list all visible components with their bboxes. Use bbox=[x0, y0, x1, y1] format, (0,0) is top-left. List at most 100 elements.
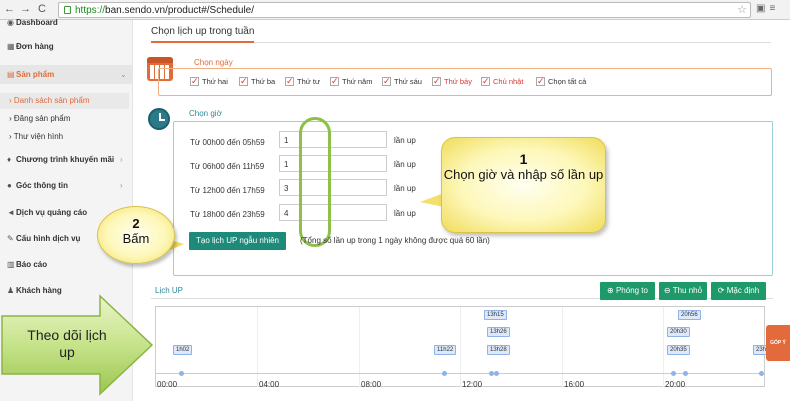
reload-icon[interactable]: C bbox=[38, 3, 46, 16]
page-title: Chọn lịch up trong tuần bbox=[151, 26, 255, 37]
checkbox-checked-icon bbox=[239, 76, 248, 87]
clock-icon bbox=[148, 108, 170, 130]
timeline-event-label[interactable]: 1h02 bbox=[173, 345, 193, 355]
callout-number: 1 bbox=[519, 151, 528, 167]
callout-number: 2 bbox=[132, 216, 140, 231]
address-bar[interactable]: https://ban.sendo.vn/product#/Schedule/ … bbox=[58, 2, 751, 18]
sidebar-item-label: Dịch vụ quảng cáo bbox=[16, 208, 88, 217]
megaphone-icon: ◄ bbox=[7, 208, 15, 217]
timeline-gridline bbox=[359, 307, 360, 387]
sidebar-item-service-config[interactable]: ✎ Cấu hình dịch vụ bbox=[7, 234, 80, 243]
timeline-gridline bbox=[257, 307, 258, 387]
timeline-title: Lịch UP bbox=[155, 286, 184, 295]
highlight-oval bbox=[299, 117, 331, 247]
upcount-unit: lần up bbox=[394, 136, 416, 145]
annotation-callout-1: 1 Chọn giờ và nhập số lần up bbox=[441, 137, 606, 233]
checkbox-checked-icon bbox=[382, 76, 391, 87]
time-range-label: Từ 00h00 đến 05h59 bbox=[190, 138, 265, 147]
sidebar-item-products[interactable]: ▤Sản phẩm bbox=[7, 70, 54, 79]
timeline-tick: 00:00 bbox=[157, 380, 178, 389]
sidebar-subitem-add-product[interactable]: › Đăng sản phẩm bbox=[9, 114, 70, 123]
day-checkbox-sat[interactable]: Thứ bảy bbox=[432, 76, 472, 87]
forward-icon[interactable]: → bbox=[20, 3, 31, 16]
bookmark-star-icon[interactable]: ☆ bbox=[737, 3, 747, 16]
main-content: Chọn lịch up trong tuần Chọn ngày Thứ ha… bbox=[133, 20, 790, 401]
day-label: Thứ bảy bbox=[444, 77, 472, 86]
extension-icons[interactable]: ▣≡ bbox=[756, 3, 779, 14]
back-icon[interactable]: ← bbox=[4, 3, 15, 16]
chevron-right-icon: › bbox=[120, 181, 123, 190]
sidebar-item-label: Đơn hàng bbox=[16, 42, 54, 51]
feedback-tab[interactable]: GÓP Ý bbox=[766, 325, 790, 361]
wrench-icon: ✎ bbox=[7, 234, 14, 243]
timeline-event-dot bbox=[759, 371, 764, 376]
table-icon: ▦ bbox=[7, 42, 15, 51]
url-text: ban.sendo.vn/product#/Schedule/ bbox=[105, 5, 255, 16]
sidebar-item-ads[interactable]: ◄Dịch vụ quảng cáo bbox=[7, 208, 87, 217]
day-label: Chọn tất cả bbox=[548, 77, 587, 86]
timeline-tick: 20:00 bbox=[665, 380, 686, 389]
day-checkbox-wed[interactable]: Thứ tư bbox=[285, 76, 320, 87]
upcount-input-1800-2359[interactable]: 4 bbox=[279, 204, 387, 221]
checkbox-checked-icon bbox=[285, 76, 294, 87]
zoom-in-label: Phóng to bbox=[615, 286, 648, 295]
day-label: Thứ sáu bbox=[394, 77, 422, 86]
upcount-unit: lần up bbox=[394, 184, 416, 193]
upcount-input-0000-0559[interactable]: 1 bbox=[279, 131, 387, 148]
random-schedule-button[interactable]: Tạo lịch UP ngẫu nhiên bbox=[189, 232, 286, 250]
dashboard-icon: ◉ bbox=[7, 18, 14, 27]
report-icon: ▥ bbox=[7, 260, 15, 269]
timeline-event-label[interactable]: 11h22 bbox=[434, 345, 457, 355]
day-checkbox-mon[interactable]: Thứ hai bbox=[190, 76, 228, 87]
timeline-event-label[interactable]: 20h56 bbox=[678, 310, 701, 320]
timeline-event-dot bbox=[494, 371, 499, 376]
checkbox-checked-icon bbox=[330, 76, 339, 87]
sidebar-item-label: Chương trình khuyến mãi bbox=[16, 155, 115, 164]
timeline-event-label[interactable]: 13h26 bbox=[487, 327, 510, 337]
timeline-tick: 08:00 bbox=[361, 380, 382, 389]
sidebar-item-dashboard[interactable]: ◉ Dashboard bbox=[7, 18, 58, 27]
checkbox-checked-icon bbox=[190, 76, 199, 87]
timeline-event-label[interactable]: 13h15 bbox=[484, 310, 507, 320]
day-checkbox-all[interactable]: Chọn tất cả bbox=[536, 76, 587, 87]
upcount-unit: lần up bbox=[394, 209, 416, 218]
checkbox-checked-icon bbox=[536, 76, 545, 87]
sidebar-item-orders[interactable]: ▦Đơn hàng bbox=[7, 42, 54, 51]
zoom-in-icon: ⊕ bbox=[607, 286, 616, 295]
time-range-label: Từ 18h00 đến 23h59 bbox=[190, 210, 265, 219]
callout-text: Bấm bbox=[122, 231, 150, 246]
gift-icon: ♦ bbox=[7, 155, 12, 164]
day-checkbox-fri[interactable]: Thứ sáu bbox=[382, 76, 422, 87]
reset-button[interactable]: ⟳ Mặc định bbox=[711, 282, 766, 300]
sidebar-item-promotions[interactable]: ♦ Chương trình khuyến mãi bbox=[7, 155, 114, 164]
chevron-right-icon: › bbox=[120, 155, 123, 164]
schedule-timeline[interactable]: 00:00 04:00 08:00 12:00 16:00 20:00 1h02… bbox=[155, 306, 770, 389]
sidebar-item-info[interactable]: ● Góc thông tin bbox=[7, 181, 68, 190]
timeline-event-dot bbox=[683, 371, 688, 376]
day-checkbox-thu[interactable]: Thứ năm bbox=[330, 76, 372, 87]
zoom-out-icon: ⊖ bbox=[663, 286, 673, 295]
timeline-event-label[interactable]: 20h35 bbox=[667, 345, 690, 355]
upcount-input-1200-1759[interactable]: 3 bbox=[279, 179, 387, 196]
zoom-out-button[interactable]: ⊖ Thu nhỏ bbox=[659, 282, 707, 300]
timeline-event-label[interactable]: 13h28 bbox=[487, 345, 510, 355]
zoom-in-button[interactable]: ⊕ Phóng to bbox=[600, 282, 655, 300]
day-checkbox-sun[interactable]: Chủ nhật bbox=[481, 76, 523, 87]
sidebar-item-reports[interactable]: ▥Báo cáo bbox=[7, 260, 47, 269]
timeline-event-label[interactable]: 20h30 bbox=[667, 327, 690, 337]
day-label: Thứ hai bbox=[202, 77, 228, 86]
sidebar-item-label: Sản phẩm bbox=[16, 70, 55, 79]
sidebar-subitem-product-list[interactable]: › Danh sách sản phẩm bbox=[9, 96, 90, 105]
sidebar-subitem-image-library[interactable]: › Thư viện hình bbox=[9, 132, 63, 141]
day-checkbox-tue[interactable]: Thứ ba bbox=[239, 76, 275, 87]
url-protocol: https:// bbox=[75, 5, 106, 16]
reset-label: Mặc định bbox=[726, 286, 760, 295]
lock-icon bbox=[64, 6, 71, 14]
max-upcount-note: (Tổng số lần up trong 1 ngày không được … bbox=[300, 236, 490, 245]
checkbox-checked-icon bbox=[432, 76, 441, 87]
chevron-down-icon: ⌄ bbox=[120, 70, 127, 79]
annotation-callout-2: 2 Bấm bbox=[97, 206, 175, 264]
upcount-input-0600-1159[interactable]: 1 bbox=[279, 155, 387, 172]
time-range-label: Từ 12h00 đến 17h59 bbox=[190, 186, 265, 195]
sidebar-item-label: Báo cáo bbox=[16, 260, 48, 269]
